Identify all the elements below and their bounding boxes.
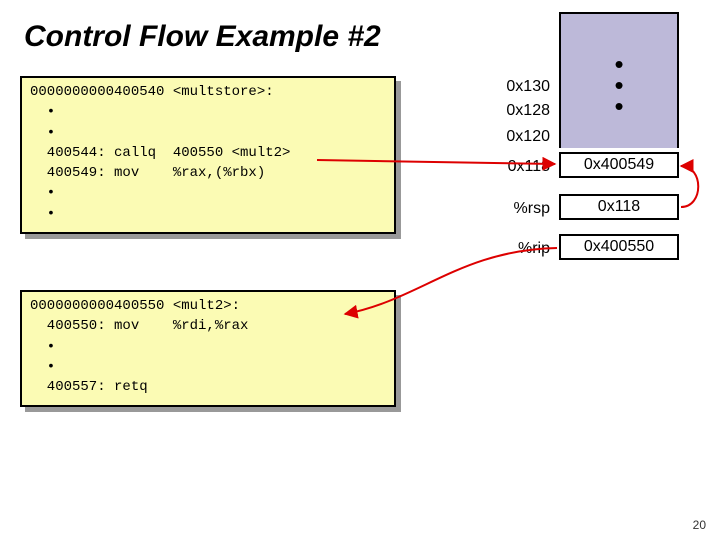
disasm-mult2: 0000000000400550 <mult2>: 400550: mov %r… bbox=[20, 290, 396, 407]
addr-0x118: 0x118 bbox=[484, 158, 550, 176]
stack-cell-0x118: 0x400549 bbox=[559, 152, 679, 178]
code2-l0: 400550: mov %rdi,%rax bbox=[30, 318, 248, 334]
code1-l4: • bbox=[30, 185, 55, 201]
rsp-label: %rsp bbox=[484, 200, 550, 218]
ellipsis-icon: ••• bbox=[609, 54, 629, 116]
page-number: 20 bbox=[693, 518, 706, 532]
code2-header: 0000000000400550 <mult2>: bbox=[30, 298, 240, 314]
disasm-multstore: 0000000000400540 <multstore>: • • 400544… bbox=[20, 76, 396, 234]
addr-0x128: 0x128 bbox=[484, 102, 550, 120]
code2-l1: • bbox=[30, 339, 55, 355]
code2-l3: 400557: retq bbox=[30, 379, 148, 395]
page-title: Control Flow Example #2 bbox=[24, 20, 381, 54]
code2-l2: • bbox=[30, 359, 55, 375]
code1-l1: • bbox=[30, 125, 55, 141]
code1-header: 0000000000400540 <multstore>: bbox=[30, 84, 274, 100]
rsp-value: 0x118 bbox=[559, 194, 679, 220]
code1-l2: 400544: callq 400550 <mult2> bbox=[30, 145, 290, 161]
addr-0x130: 0x130 bbox=[484, 78, 550, 96]
code1-l5: • bbox=[30, 206, 55, 222]
code1-l0: • bbox=[30, 104, 55, 120]
code1-l3: 400549: mov %rax,(%rbx) bbox=[30, 165, 265, 181]
rip-label: %rip bbox=[484, 240, 550, 258]
addr-0x120: 0x120 bbox=[484, 128, 550, 146]
rip-value: 0x400550 bbox=[559, 234, 679, 260]
